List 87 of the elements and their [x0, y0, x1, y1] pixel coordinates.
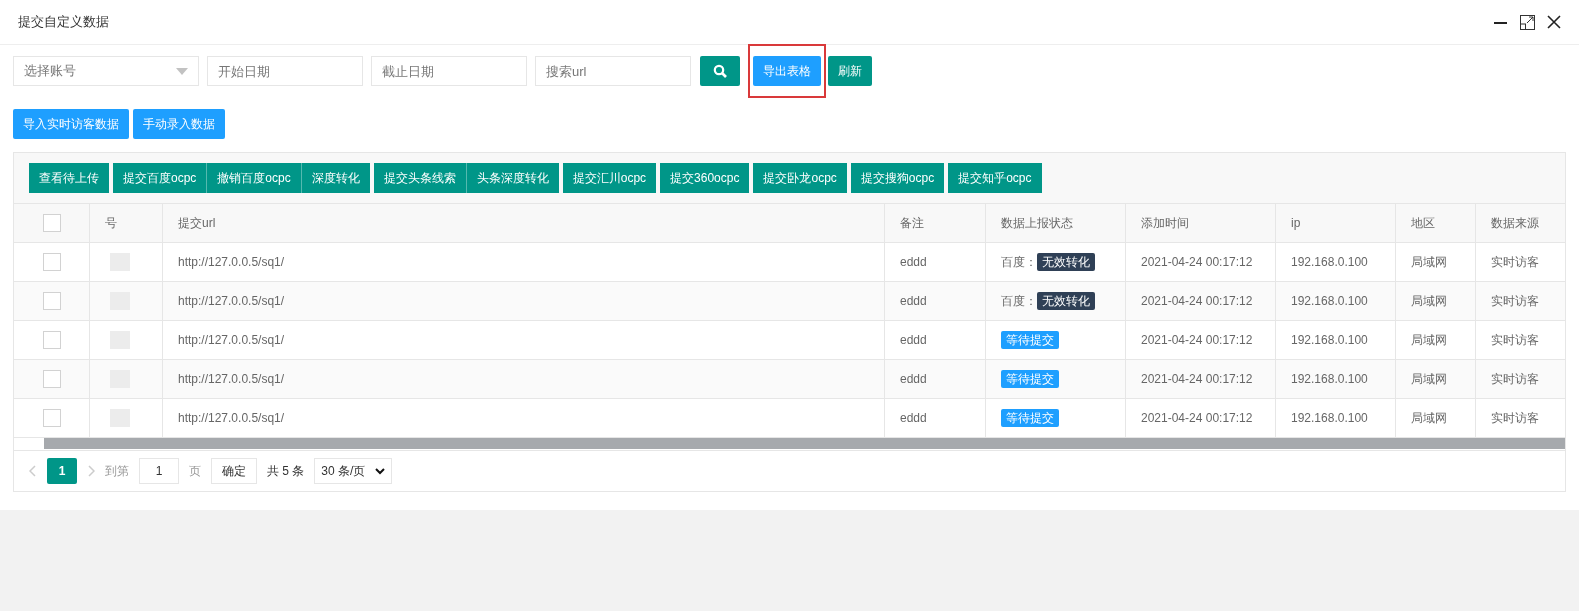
table-cell-text: 2021-04-24 00:17:12: [1141, 332, 1253, 349]
status-badge: 等待提交: [1001, 409, 1059, 427]
close-icon[interactable]: [1547, 15, 1561, 29]
action-button[interactable]: 提交360ocpc: [660, 163, 750, 193]
account-select[interactable]: 选择账号: [13, 56, 199, 86]
input-field[interactable]: 截止日期: [371, 56, 527, 86]
refresh-button[interactable]: 刷新: [828, 56, 872, 86]
total-count: 共 5 条: [267, 463, 305, 480]
table-cell-text: http://127.0.0.5/sq1/: [178, 410, 285, 427]
table-cell-text: http://127.0.0.5/sq1/: [178, 293, 285, 310]
checkbox[interactable]: [42, 292, 61, 310]
action-button[interactable]: 提交百度ocpc: [113, 163, 207, 193]
status-badge: 无效转化: [1037, 292, 1095, 310]
maximize-icon[interactable]: [1520, 14, 1535, 30]
table-cell-text: 实时访客: [1491, 254, 1539, 271]
goto-label: 到第: [105, 463, 129, 480]
table-cell-text: eddd: [900, 332, 927, 349]
column-header: 添加时间: [1141, 215, 1189, 232]
table-cell-text: 局域网: [1411, 410, 1447, 427]
table-cell-text: 局域网: [1411, 371, 1447, 388]
table-cell-text: 百度：: [1001, 254, 1037, 271]
action-button[interactable]: 提交头条线索: [373, 163, 466, 193]
column-header: ip: [1291, 215, 1301, 232]
table-cell-text: 局域网: [1411, 293, 1447, 310]
status-badge: 等待提交: [1001, 370, 1059, 388]
table-cell-text: 2021-04-24 00:17:12: [1141, 254, 1253, 271]
table-cell-text: 局域网: [1411, 332, 1447, 349]
table-cell-text: 192.168.0.100: [1291, 410, 1368, 427]
search-icon: [713, 64, 727, 78]
table-cell-text: 实时访客: [1491, 332, 1539, 349]
input-field[interactable]: 搜索url: [535, 56, 691, 86]
table-cell-text: 2021-04-24 00:17:12: [1141, 410, 1253, 427]
action-button[interactable]: 提交卧龙ocpc: [753, 163, 847, 193]
action-button[interactable]: 提交知乎ocpc: [948, 163, 1042, 193]
page-size-select[interactable]: 30 条/页: [314, 458, 393, 484]
table-cell-text: 2021-04-24 00:17:12: [1141, 371, 1253, 388]
table-cell-text: http://127.0.0.5/sq1/: [178, 371, 285, 388]
action-button[interactable]: 深度转化: [300, 163, 370, 193]
table-cell-text: eddd: [900, 254, 927, 271]
page-button[interactable]: 1: [47, 458, 77, 484]
table-cell-text: eddd: [900, 293, 927, 310]
table-cell-text: 192.168.0.100: [1291, 293, 1368, 310]
table-cell-text: 实时访客: [1491, 293, 1539, 310]
table-cell-text: 百度：: [1001, 293, 1037, 310]
column-header: 数据来源: [1491, 215, 1539, 232]
action-button[interactable]: 头条深度转化: [465, 163, 559, 193]
action-button[interactable]: 撤销百度ocpc: [206, 163, 301, 193]
action-button[interactable]: 提交汇川ocpc: [562, 163, 657, 193]
table-cell-text: 局域网: [1411, 254, 1447, 271]
table-cell-text: 2021-04-24 00:17:12: [1141, 293, 1253, 310]
prev-icon[interactable]: [29, 465, 37, 477]
table-cell-text: 实时访客: [1491, 371, 1539, 388]
checkbox[interactable]: [42, 331, 61, 349]
caret-icon: [176, 67, 188, 75]
input-field[interactable]: 开始日期: [207, 56, 363, 86]
scrollbar[interactable]: [44, 438, 1565, 449]
column-header: 数据上报状态: [1001, 215, 1073, 232]
table-cell-text: eddd: [900, 371, 927, 388]
action-button[interactable]: 查看待上传: [29, 163, 109, 193]
search-button[interactable]: [700, 56, 740, 86]
action-button[interactable]: 提交搜狗ocpc: [850, 163, 945, 193]
table-cell-text: 192.168.0.100: [1291, 254, 1368, 271]
caret-icon: [375, 467, 386, 475]
checkbox[interactable]: [42, 409, 61, 427]
export-button[interactable]: 导出表格: [753, 56, 821, 86]
table-cell-text: eddd: [900, 410, 927, 427]
column-header: 号: [105, 215, 117, 232]
column-header: 提交url: [178, 215, 216, 232]
table-cell-text: 192.168.0.100: [1291, 332, 1368, 349]
status-badge: 等待提交: [1001, 331, 1059, 349]
table-cell-text: 192.168.0.100: [1291, 371, 1368, 388]
checkbox[interactable]: [42, 370, 61, 388]
page-unit: 页: [189, 463, 201, 480]
column-header: 地区: [1411, 215, 1435, 232]
table-cell-text: 实时访客: [1491, 410, 1539, 427]
checkbox[interactable]: [42, 214, 61, 232]
page-input[interactable]: 1: [139, 458, 179, 484]
window-title: 提交自定义数据: [18, 13, 109, 32]
table-cell-text: http://127.0.0.5/sq1/: [178, 332, 285, 349]
import-button[interactable]: 手动录入数据: [133, 109, 225, 139]
import-button[interactable]: 导入实时访客数据: [13, 109, 129, 139]
table-cell-text: http://127.0.0.5/sq1/: [178, 254, 285, 271]
confirm-button[interactable]: 确定: [211, 458, 257, 484]
checkbox[interactable]: [42, 253, 61, 271]
status-badge: 无效转化: [1037, 253, 1095, 271]
next-icon[interactable]: [87, 465, 95, 477]
column-header: 备注: [900, 215, 924, 232]
